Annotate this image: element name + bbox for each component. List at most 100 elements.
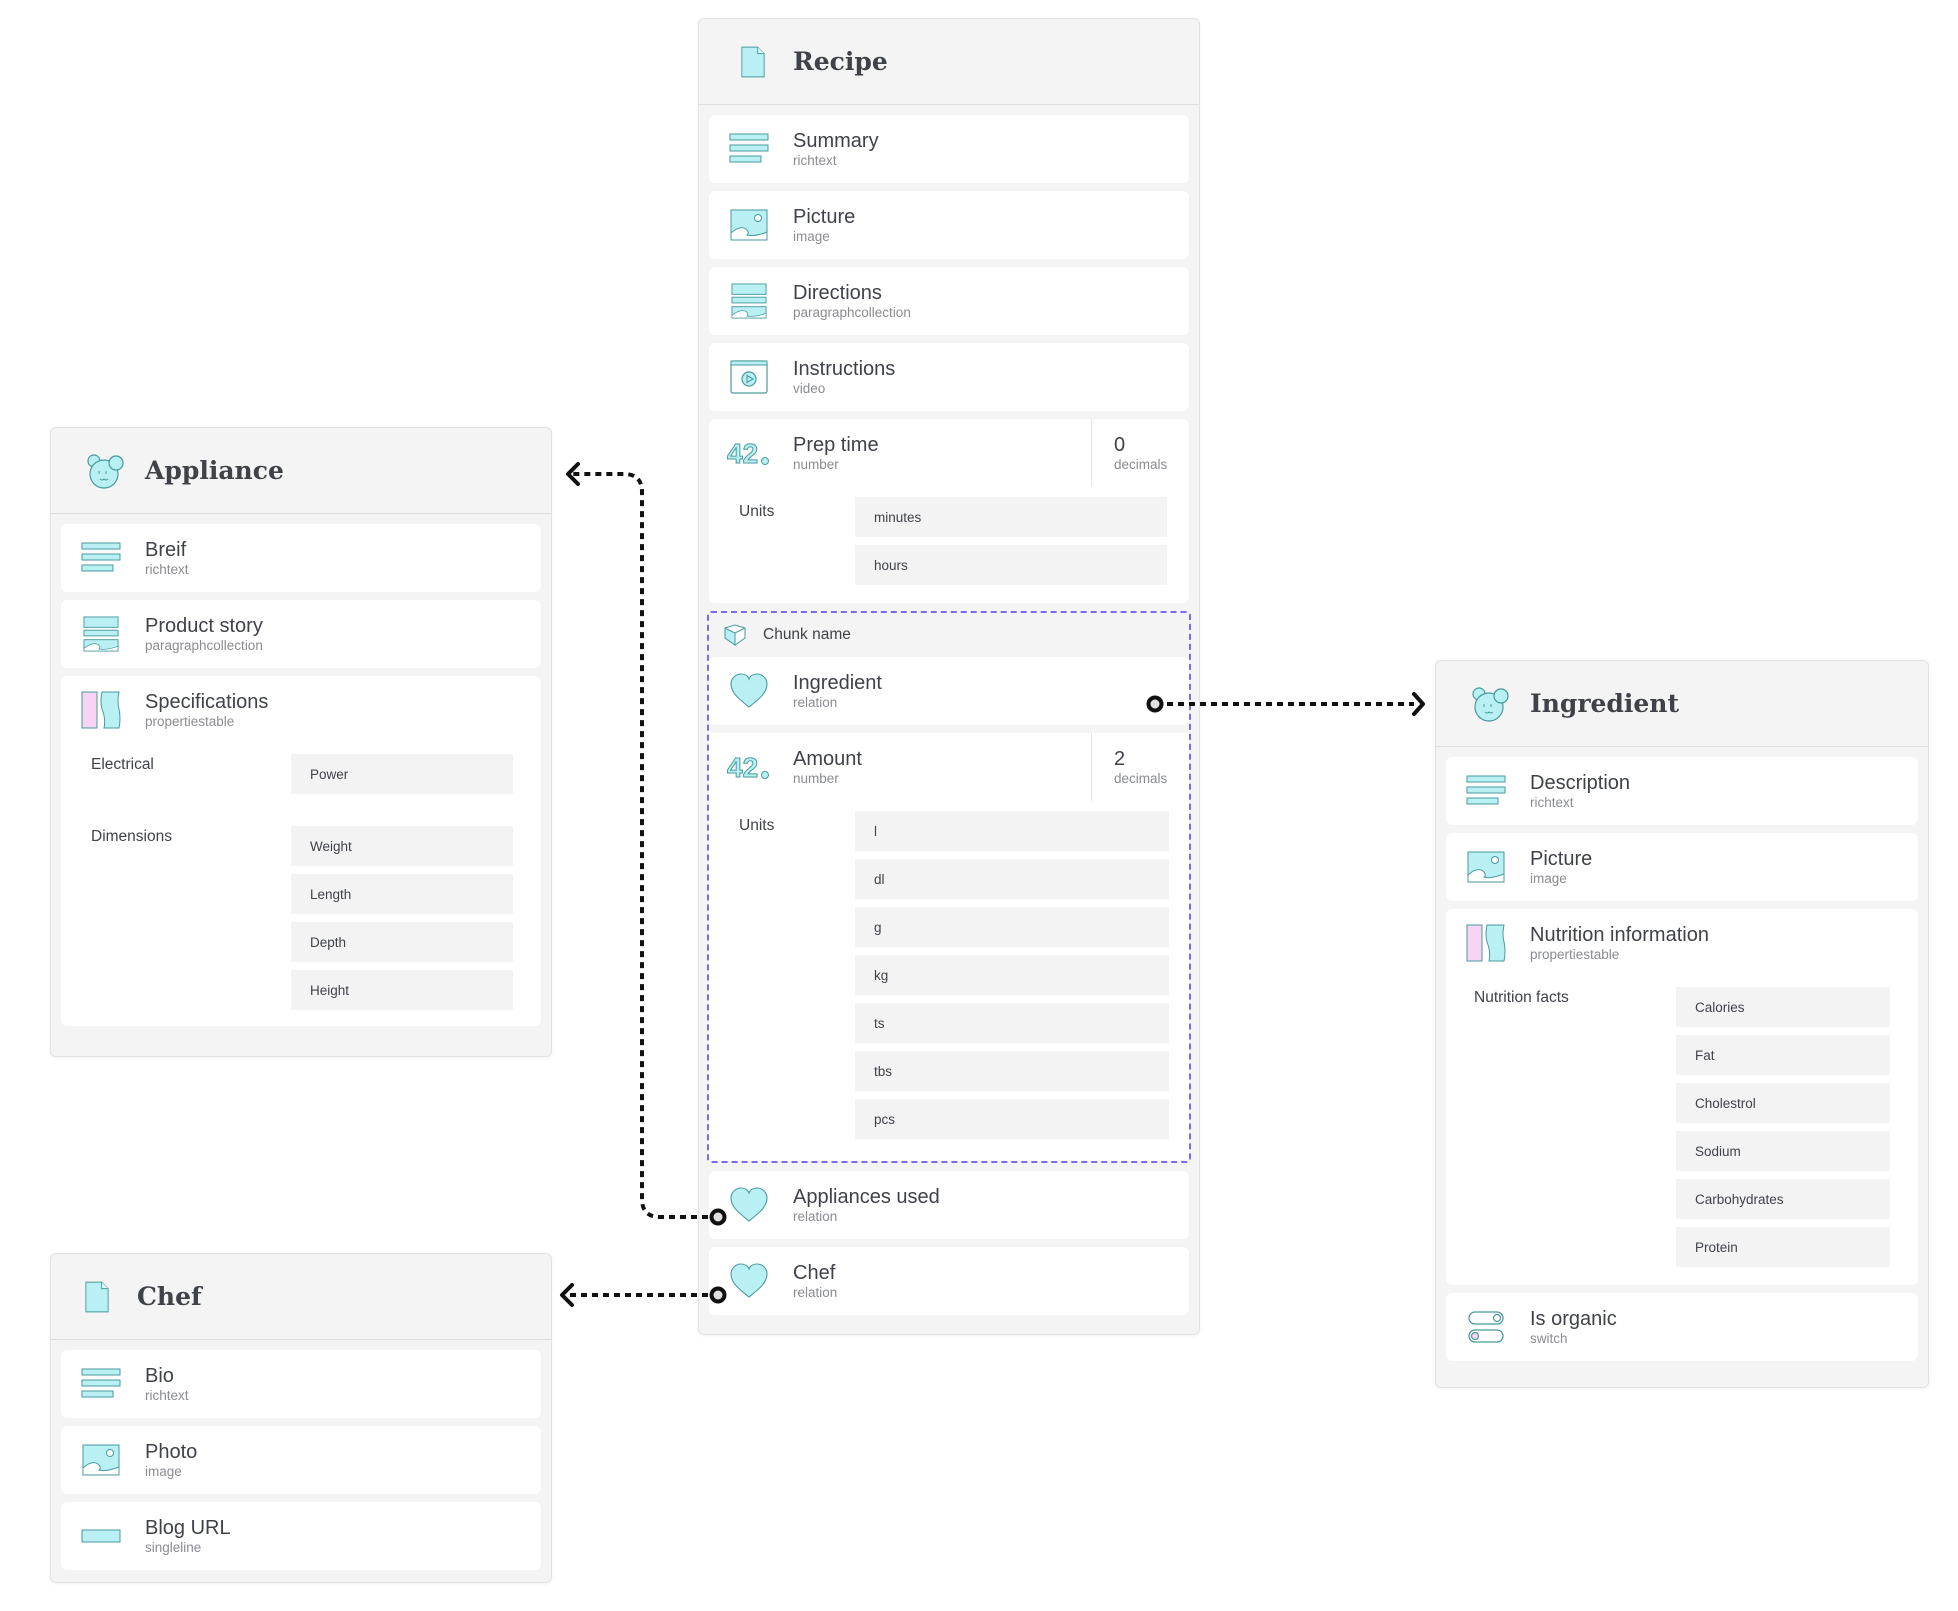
document-icon [733,42,773,82]
arrowhead-icon [560,1283,574,1307]
field-appliances-used[interactable]: Appliances used relation [709,1171,1189,1239]
field-type: relation [793,695,838,710]
field-type: paragraphcollection [145,638,263,653]
field-picture[interactable]: Picture image [1446,833,1918,901]
bear-icon [1470,684,1510,724]
field-name: Appliances used [793,1186,940,1208]
unit-item[interactable]: tbs [855,1051,1169,1091]
field-type: image [1530,871,1567,886]
appliance-header[interactable]: Appliance [51,428,551,514]
relation-icon [727,1259,771,1303]
relation-icon [727,1183,771,1227]
connector-appliance [572,472,708,1219]
richtext-icon [1464,769,1508,813]
recipe-header[interactable]: Recipe [699,19,1199,105]
property-item[interactable]: Protein [1676,1227,1890,1267]
number-icon [727,745,771,789]
field-type: relation [793,1209,838,1224]
image-icon [79,1438,123,1482]
property-item[interactable]: Weight [291,826,513,866]
unit-item[interactable]: l [855,811,1169,851]
field-name: Blog URL [145,1517,231,1539]
field-summary[interactable]: Summary richtext [709,115,1189,183]
field-name: Chef [793,1262,836,1284]
field-breif[interactable]: Breif richtext [61,524,541,592]
field-type: richtext [145,562,189,577]
unit-item[interactable]: g [855,907,1169,947]
field-specifications[interactable]: Specifications propertiestable Electrica… [61,676,541,1026]
paragraphcollection-icon [727,279,771,323]
decimals-value: 0 [1114,434,1126,456]
propertiestable-icon [1464,921,1508,965]
panel-title: Recipe [793,47,888,76]
property-group: Dimensions Weight Length Depth Height [61,826,541,1026]
field-type: singleline [145,1540,202,1555]
property-item[interactable]: Cholestrol [1676,1083,1890,1123]
panel-title: Appliance [145,456,284,485]
panel-title: Ingredient [1530,689,1680,718]
field-blog-url[interactable]: Blog URL singleline [61,1502,541,1570]
chef-header[interactable]: Chef [51,1254,551,1340]
property-group: Nutrition facts Calories Fat Cholestrol … [1446,977,1918,1285]
image-icon [1464,845,1508,889]
property-item[interactable]: Depth [291,922,513,962]
field-name: Description [1530,772,1631,794]
field-picture[interactable]: Picture image [709,191,1189,259]
appliance-panel: Appliance Breif richtext Product story p… [50,427,552,1057]
relation-icon [727,669,771,713]
field-type: number [793,457,839,472]
field-amount[interactable]: Amount number 2 decimals Units l dl g kg… [709,733,1189,1161]
property-item[interactable]: Sodium [1676,1131,1890,1171]
field-name: Prep time [793,434,879,456]
field-nutrition-information[interactable]: Nutrition information propertiestable Nu… [1446,909,1918,1285]
chef-panel: Chef Bio richtext Photo image Blog URL s… [50,1253,552,1583]
number-icon [727,431,771,475]
units-label: Units [739,817,775,834]
unit-item[interactable]: minutes [855,497,1167,537]
field-prep-time[interactable]: Prep time number 0 decimals Units minute… [709,419,1189,603]
property-item[interactable]: Height [291,970,513,1010]
field-bio[interactable]: Bio richtext [61,1350,541,1418]
property-group-label: Electrical [91,756,154,773]
decimals[interactable]: 0 decimals [1091,419,1189,487]
chunk[interactable]: Chunk name Ingredient relation Amount nu… [707,611,1191,1163]
property-item[interactable]: Carbohydrates [1676,1179,1890,1219]
field-description[interactable]: Description richtext [1446,757,1918,825]
field-type: propertiestable [145,714,235,729]
field-instructions[interactable]: Instructions video [709,343,1189,411]
chunk-header[interactable]: Chunk name [709,613,1189,657]
field-type: switch [1530,1331,1568,1346]
property-item[interactable]: Power [291,754,513,794]
field-type: relation [793,1285,838,1300]
field-photo[interactable]: Photo image [61,1426,541,1494]
paragraphcollection-icon [79,612,123,656]
unit-item[interactable]: dl [855,859,1169,899]
ingredient-header[interactable]: Ingredient [1436,661,1928,747]
property-item[interactable]: Calories [1676,987,1890,1027]
field-type: number [793,771,839,786]
field-type: video [793,381,826,396]
image-icon [727,203,771,247]
unit-item[interactable]: ts [855,1003,1169,1043]
unit-item[interactable]: pcs [855,1099,1169,1139]
decimals[interactable]: 2 decimals [1091,733,1189,801]
field-name: Directions [793,282,882,304]
richtext-icon [727,127,771,171]
property-item[interactable]: Fat [1676,1035,1890,1075]
field-chef[interactable]: Chef relation [709,1247,1189,1315]
field-product-story[interactable]: Product story paragraphcollection [61,600,541,668]
field-is-organic[interactable]: Is organic switch [1446,1293,1918,1361]
panel-title: Chef [137,1282,202,1311]
field-directions[interactable]: Directions paragraphcollection [709,267,1189,335]
field-name: Nutrition information [1530,924,1709,946]
property-item[interactable]: Length [291,874,513,914]
field-type: paragraphcollection [793,305,911,320]
field-type: image [145,1464,182,1479]
field-name: Summary [793,130,879,152]
field-name: Instructions [793,358,896,380]
field-type: richtext [793,153,837,168]
unit-item[interactable]: hours [855,545,1167,585]
field-ingredient[interactable]: Ingredient relation [709,657,1189,725]
unit-item[interactable]: kg [855,955,1169,995]
field-type: propertiestable [1530,947,1620,962]
